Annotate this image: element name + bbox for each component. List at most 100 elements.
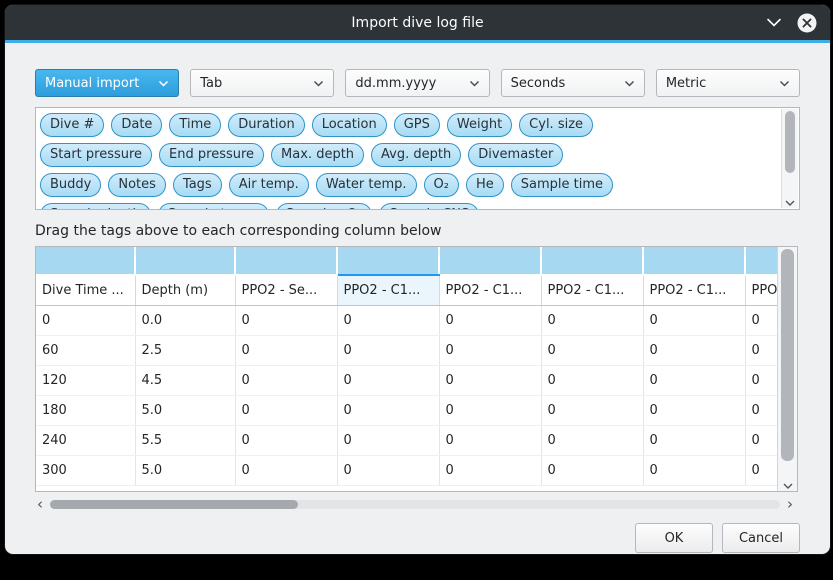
table-cell: 0 (643, 425, 745, 455)
tag-pill[interactable]: Notes (108, 173, 166, 197)
table-cell: 0 (337, 335, 439, 365)
scrollbar-thumb[interactable] (781, 249, 794, 461)
tag-pill[interactable]: Location (312, 113, 387, 137)
titlebar[interactable]: Import dive log file (5, 5, 830, 40)
table-cell: 0 (36, 305, 135, 335)
units-select[interactable]: Metric (656, 69, 800, 97)
table-cell: 0 (337, 395, 439, 425)
tag-pill[interactable]: Dive # (40, 113, 104, 137)
duration-format-select[interactable]: Seconds (501, 69, 645, 97)
table-cell: 0 (541, 365, 643, 395)
dialog-buttons: OK Cancel (35, 523, 800, 553)
table-vscrollbar[interactable] (777, 247, 797, 491)
tag-pill[interactable]: Sample temp. (158, 203, 269, 210)
tag-pool: Dive # Date Time Duration Location GPS Weight C… (35, 107, 800, 210)
tag-row: Buddy Notes Tags Air temp. Water temp. O₂ He Sa… (40, 173, 775, 197)
table-cell: 120 (36, 365, 135, 395)
table-cell: 0 (643, 365, 745, 395)
tag-pill[interactable]: GPS (394, 113, 440, 137)
table-cell: 0 (337, 455, 439, 485)
tag-pill[interactable]: Cyl. size (519, 113, 593, 137)
ok-button[interactable]: OK (635, 523, 713, 553)
tag-pill[interactable]: Duration (228, 113, 304, 137)
chevron-down-icon (313, 80, 324, 87)
table-cell: 0 (439, 395, 541, 425)
scroll-left-arrow-icon[interactable]: ‹ (35, 497, 45, 512)
table-cell: 0 (541, 335, 643, 365)
tag-pill[interactable]: End pressure (159, 143, 264, 167)
tag-pill[interactable]: Buddy (40, 173, 101, 197)
table-cell: 0 (745, 305, 777, 335)
table-cell: 0 (745, 455, 777, 485)
scrollbar-thumb[interactable] (50, 500, 298, 509)
options-row: Manual import Tab dd.mm.yyyy Seconds (35, 69, 800, 97)
table-cell: 0 (541, 425, 643, 455)
table-cell: 5.0 (135, 455, 235, 485)
preview-table: Dive Time ...Depth (m)PPO2 - Se...PPO2 -… (36, 247, 777, 491)
table-cell: 0 (643, 395, 745, 425)
tag-pill[interactable]: Divemaster (468, 143, 563, 167)
tag-pill[interactable]: Time (169, 113, 221, 137)
tag-pill[interactable]: Weight (447, 113, 512, 137)
scroll-down-arrow-icon[interactable] (778, 483, 797, 489)
table-row: 1204.5000000 (36, 365, 777, 395)
field-separator-select[interactable]: Tab (190, 69, 334, 97)
tag-pill[interactable]: He (466, 173, 504, 197)
table-cell: 300 (36, 455, 135, 485)
column-drop-target[interactable] (337, 247, 439, 275)
tag-pill[interactable]: Sample pO₂ (276, 203, 373, 210)
close-icon[interactable] (796, 12, 818, 34)
column-drop-target[interactable] (36, 247, 135, 275)
table-cell: 0 (745, 395, 777, 425)
scroll-right-arrow-icon[interactable]: › (785, 497, 795, 512)
table-cell: 0 (745, 335, 777, 365)
column-header: PPO2 - C1... (541, 275, 643, 305)
tag-pill[interactable]: Air temp. (229, 173, 309, 197)
column-drop-target[interactable] (745, 247, 777, 275)
column-drop-target[interactable] (135, 247, 235, 275)
import-mode-select[interactable]: Manual import (35, 69, 179, 97)
tag-pill[interactable]: Tags (173, 173, 222, 197)
table-cell: 0 (643, 305, 745, 335)
date-format-select[interactable]: dd.mm.yyyy (345, 69, 489, 97)
dialog-content: Manual import Tab dd.mm.yyyy Seconds (5, 43, 830, 553)
preview-table-wrap: Dive Time ...Depth (m)PPO2 - Se...PPO2 -… (35, 246, 798, 492)
scroll-down-arrow-icon[interactable] (782, 200, 798, 206)
drop-target-row (36, 247, 777, 275)
tag-row: Start pressure End pressure Max. depth Avg.… (40, 143, 775, 167)
tag-row: Sample depth Sample temp. Sample pO₂ Sample… (40, 203, 775, 210)
column-header: PPO2 (745, 275, 777, 305)
chevron-down-icon[interactable] (766, 18, 782, 27)
chevron-down-icon (779, 80, 790, 87)
table-cell: 0 (439, 455, 541, 485)
table-hscrollbar[interactable]: ‹ › (35, 497, 795, 512)
scrollbar-thumb[interactable] (785, 111, 795, 173)
table-cell: 240 (36, 425, 135, 455)
tag-pill[interactable]: Sample CNS (379, 203, 479, 210)
tag-pill[interactable]: Start pressure (40, 143, 152, 167)
column-drop-target[interactable] (541, 247, 643, 275)
tag-pill[interactable]: Avg. depth (371, 143, 461, 167)
tag-pill[interactable]: Date (111, 113, 162, 137)
table-cell: 0 (745, 425, 777, 455)
tag-pill[interactable]: O₂ (424, 173, 459, 197)
table-cell: 0 (235, 365, 337, 395)
tag-pill[interactable]: Sample time (511, 173, 613, 197)
cancel-button[interactable]: Cancel (722, 523, 800, 553)
column-drop-target[interactable] (235, 247, 337, 275)
tag-pill[interactable]: Sample depth (40, 203, 151, 210)
table-cell: 0.0 (135, 305, 235, 335)
chevron-down-icon (158, 80, 169, 87)
tag-pill[interactable]: Water temp. (316, 173, 417, 197)
column-header: Dive Time ... (36, 275, 135, 305)
table-cell: 0 (337, 365, 439, 395)
chevron-down-icon (624, 80, 635, 87)
column-drop-target[interactable] (439, 247, 541, 275)
tag-pool-scrollbar[interactable] (781, 109, 798, 208)
column-drop-target[interactable] (643, 247, 745, 275)
table-cell: 5.5 (135, 425, 235, 455)
column-header-row: Dive Time ...Depth (m)PPO2 - Se...PPO2 -… (36, 275, 777, 305)
tag-pill[interactable]: Max. depth (271, 143, 364, 167)
scrollbar-track[interactable] (50, 500, 780, 509)
table-cell: 0 (439, 305, 541, 335)
